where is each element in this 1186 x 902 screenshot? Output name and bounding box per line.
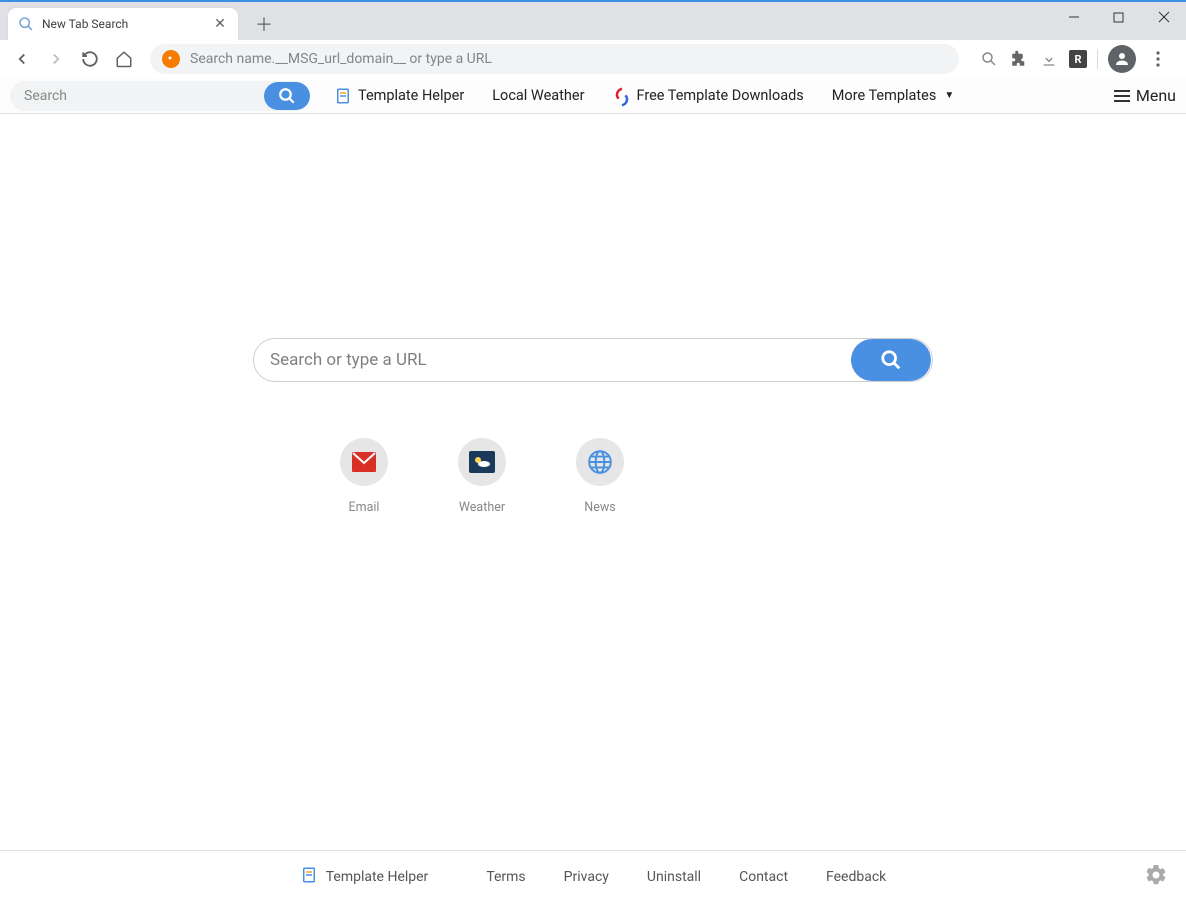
- settings-button[interactable]: [1144, 863, 1168, 891]
- back-button[interactable]: [8, 45, 36, 73]
- document-icon: [334, 87, 352, 105]
- zoom-icon[interactable]: [979, 49, 999, 69]
- shortcut-label: Weather: [459, 500, 505, 515]
- forward-button[interactable]: [42, 45, 70, 73]
- divider: [1097, 49, 1098, 69]
- footer-brand-label: Template Helper: [326, 869, 429, 885]
- footer-brand[interactable]: Template Helper: [300, 866, 429, 888]
- footer-link-privacy[interactable]: Privacy: [564, 869, 609, 885]
- extension-toolbar: Template Helper Local Weather Free Templ…: [0, 78, 1186, 114]
- toolbar-link-label: Local Weather: [492, 87, 584, 104]
- shortcut-weather[interactable]: Weather: [458, 438, 506, 515]
- new-tab-button[interactable]: ＋: [250, 10, 278, 38]
- weather-icon: [458, 438, 506, 486]
- toolbar-search: [10, 81, 310, 111]
- toolbar-links: Template Helper Local Weather Free Templ…: [334, 87, 954, 105]
- globe-icon: [576, 438, 624, 486]
- nav-bar: Search name.__MSG_url_domain__ or type a…: [0, 40, 1186, 78]
- minimize-button[interactable]: [1051, 2, 1096, 32]
- main-content: Email Weather News: [0, 114, 1186, 850]
- search-icon: [18, 16, 34, 32]
- toolbar-menu-button[interactable]: Menu: [1114, 86, 1176, 105]
- swirl-icon: [612, 87, 630, 105]
- main-search: [253, 338, 933, 382]
- template-helper-link[interactable]: Template Helper: [334, 87, 464, 105]
- free-downloads-link[interactable]: Free Template Downloads: [612, 87, 803, 105]
- menu-label: Menu: [1136, 86, 1176, 105]
- site-icon: [162, 50, 180, 68]
- main-search-button[interactable]: [851, 339, 931, 381]
- browser-menu-button[interactable]: [1146, 49, 1170, 69]
- more-templates-dropdown[interactable]: More Templates ▼: [832, 87, 954, 104]
- shortcuts-row: Email Weather News: [340, 438, 1186, 515]
- shortcut-label: Email: [349, 500, 380, 515]
- footer-link-feedback[interactable]: Feedback: [826, 869, 886, 885]
- tab-bar: New Tab Search ✕ ＋: [0, 0, 1186, 40]
- close-window-button[interactable]: [1141, 2, 1186, 32]
- main-search-input[interactable]: [270, 350, 851, 370]
- puzzle-icon[interactable]: [1009, 49, 1029, 69]
- hamburger-icon: [1114, 90, 1130, 102]
- reload-button[interactable]: [76, 45, 104, 73]
- browser-tab[interactable]: New Tab Search ✕: [8, 8, 238, 40]
- shortcut-label: News: [584, 500, 615, 515]
- download-icon[interactable]: [1039, 49, 1059, 69]
- profile-button[interactable]: [1108, 45, 1136, 73]
- email-icon: [340, 438, 388, 486]
- shortcut-news[interactable]: News: [576, 438, 624, 515]
- document-icon: [300, 866, 318, 888]
- omnibox-text: Search name.__MSG_url_domain__ or type a…: [190, 51, 492, 67]
- toolbar-search-button[interactable]: [264, 82, 310, 110]
- extension-icons: R: [971, 45, 1178, 73]
- footer-link-terms[interactable]: Terms: [486, 869, 525, 885]
- footer-link-uninstall[interactable]: Uninstall: [647, 869, 701, 885]
- home-button[interactable]: [110, 45, 138, 73]
- maximize-button[interactable]: [1096, 2, 1141, 32]
- close-icon[interactable]: ✕: [212, 16, 228, 32]
- footer: Template Helper Terms Privacy Uninstall …: [0, 850, 1186, 902]
- toolbar-search-input[interactable]: [24, 88, 264, 104]
- tab-title: New Tab Search: [42, 17, 212, 31]
- toolbar-link-label: More Templates: [832, 87, 937, 104]
- footer-link-contact[interactable]: Contact: [739, 869, 788, 885]
- local-weather-link[interactable]: Local Weather: [492, 87, 584, 104]
- window-controls: [1051, 2, 1186, 32]
- toolbar-link-label: Template Helper: [358, 87, 464, 104]
- toolbar-link-label: Free Template Downloads: [636, 87, 803, 104]
- extension-r-icon[interactable]: R: [1069, 50, 1087, 68]
- chevron-down-icon: ▼: [944, 90, 954, 101]
- address-bar[interactable]: Search name.__MSG_url_domain__ or type a…: [150, 44, 959, 74]
- shortcut-email[interactable]: Email: [340, 438, 388, 515]
